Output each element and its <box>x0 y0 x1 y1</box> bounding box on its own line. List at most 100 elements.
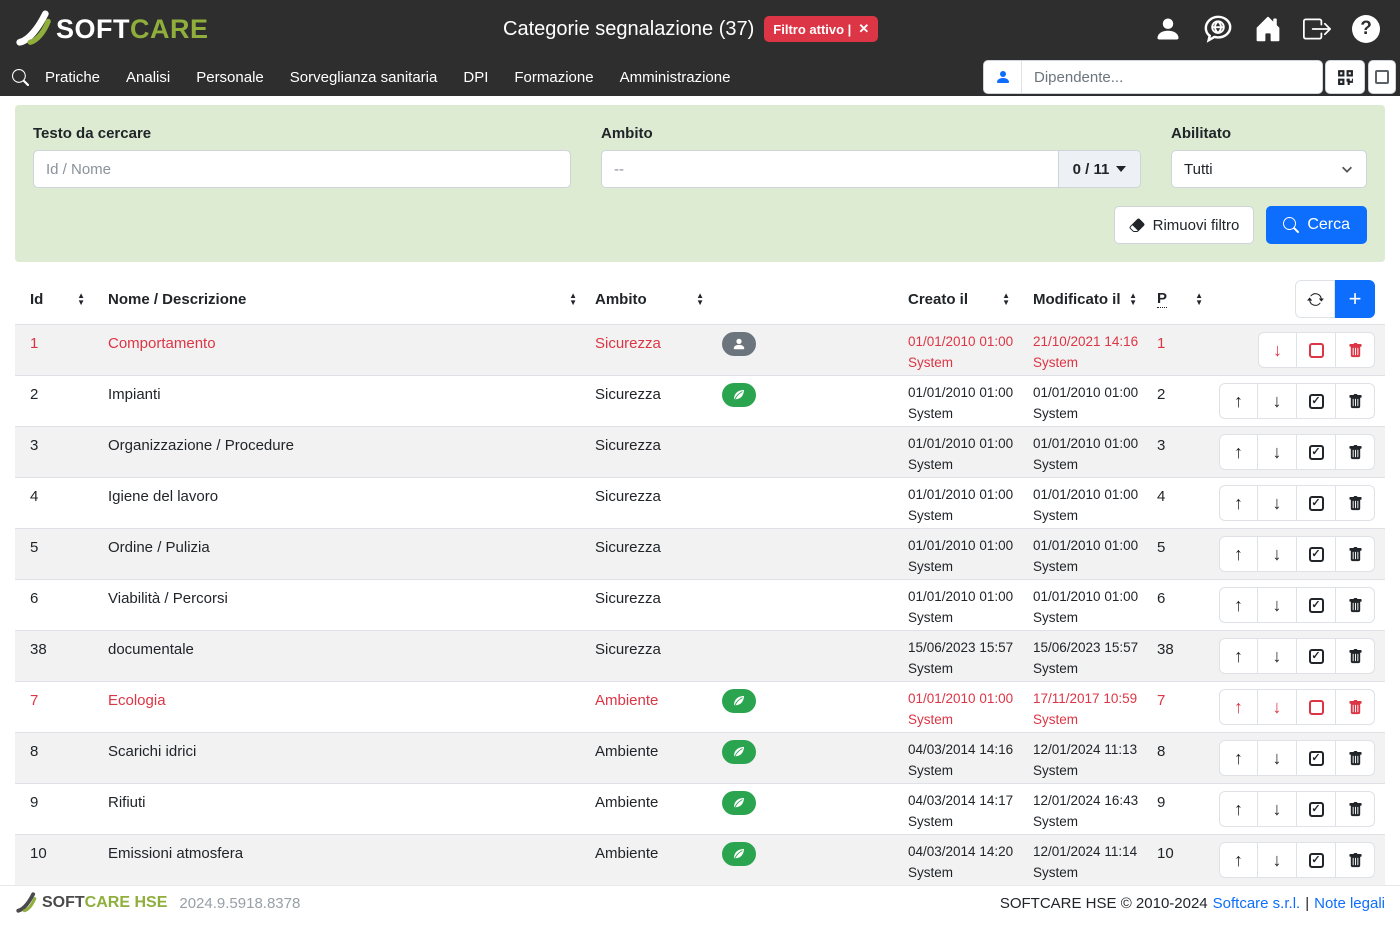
footer-legal-link[interactable]: Note legali <box>1314 895 1385 912</box>
move-up-button[interactable]: ↑ <box>1219 842 1258 878</box>
delete-button[interactable] <box>1336 740 1375 776</box>
enabled-toggle-button[interactable]: ✓ <box>1297 842 1336 878</box>
row-name-link[interactable]: Impianti <box>108 386 161 403</box>
row-name-link[interactable]: Igiene del lavoro <box>108 488 218 505</box>
enabled-toggle-button[interactable]: ✓ <box>1297 383 1336 419</box>
abilitato-select[interactable]: Tutti <box>1171 150 1367 188</box>
delete-button[interactable] <box>1336 791 1375 827</box>
enabled-toggle-button[interactable]: ✓ <box>1297 536 1336 572</box>
delete-button[interactable] <box>1336 842 1375 878</box>
delete-button[interactable] <box>1336 536 1375 572</box>
delete-button[interactable] <box>1336 587 1375 623</box>
enabled-toggle-button[interactable]: ✓ <box>1297 434 1336 470</box>
add-category-button[interactable]: + <box>1335 280 1375 318</box>
employee-search-input[interactable] <box>1022 61 1322 93</box>
enabled-toggle-button[interactable] <box>1297 332 1336 368</box>
row-name-link[interactable]: Viabilità / Percorsi <box>108 590 228 607</box>
delete-button[interactable] <box>1336 689 1375 725</box>
language-button[interactable] <box>1203 14 1233 44</box>
row-priority: 2 <box>1145 376 1215 426</box>
sort-icon[interactable]: ▲▼ <box>1195 292 1203 306</box>
categories-table: Id ▲▼ Nome / Descrizione ▲▼ Ambito ▲▼ Cr… <box>15 274 1385 885</box>
square-outline-icon <box>1375 70 1389 84</box>
nav-item-amministrazione[interactable]: Amministrazione <box>620 69 731 86</box>
nav-search-button[interactable] <box>12 69 29 86</box>
move-up-button[interactable]: ↑ <box>1219 587 1258 623</box>
search-button[interactable]: Cerca <box>1266 206 1367 244</box>
square-toggle-button[interactable] <box>1368 60 1396 94</box>
sort-icon[interactable]: ▲▼ <box>77 292 85 306</box>
nav-item-formazione[interactable]: Formazione <box>514 69 593 86</box>
move-down-button[interactable]: ↓ <box>1258 638 1297 674</box>
enabled-toggle-button[interactable]: ✓ <box>1297 587 1336 623</box>
row-name-link[interactable]: Emissioni atmosfera <box>108 845 243 862</box>
row-name-link[interactable]: Scarichi idrici <box>108 743 196 760</box>
nav-item-pratiche[interactable]: Pratiche <box>45 69 100 86</box>
home-button[interactable] <box>1254 15 1282 43</box>
move-up-button[interactable]: ↑ <box>1219 791 1258 827</box>
nav-item-sorveglianza-sanitaria[interactable]: Sorveglianza sanitaria <box>290 69 438 86</box>
logout-button[interactable] <box>1303 15 1331 43</box>
row-name-link[interactable]: Rifiuti <box>108 794 146 811</box>
move-up-button[interactable]: ↑ <box>1219 485 1258 521</box>
sort-icon[interactable]: ▲▼ <box>1002 292 1010 306</box>
move-down-button[interactable]: ↓ <box>1258 536 1297 572</box>
move-up-button[interactable]: ↑ <box>1219 689 1258 725</box>
move-down-button[interactable]: ↓ <box>1258 791 1297 827</box>
nav-item-analisi[interactable]: Analisi <box>126 69 170 86</box>
nav-item-personale[interactable]: Personale <box>196 69 264 86</box>
delete-button[interactable] <box>1336 434 1375 470</box>
table-row: 10 Emissioni atmosfera Ambiente 04/03/20… <box>15 834 1385 885</box>
row-created: 01/01/2010 01:00System <box>893 682 1018 732</box>
move-up-button[interactable]: ↑ <box>1219 434 1258 470</box>
employee-search-button[interactable] <box>984 61 1022 93</box>
sort-icon[interactable]: ▲▼ <box>569 292 577 306</box>
qr-code-button[interactable] <box>1325 60 1365 94</box>
checkbox-checked-icon: ✓ <box>1309 802 1324 817</box>
sort-icon[interactable]: ▲▼ <box>696 292 704 306</box>
ambito-input[interactable] <box>602 151 1058 187</box>
text-search-input[interactable] <box>33 150 571 188</box>
footer-company-link[interactable]: Softcare s.r.l. <box>1213 895 1301 912</box>
move-up-button[interactable]: ↑ <box>1219 638 1258 674</box>
leaf-badge <box>722 740 756 764</box>
help-button[interactable]: ? <box>1352 15 1380 43</box>
move-up-button[interactable]: ↑ <box>1219 383 1258 419</box>
row-badge-cell <box>712 631 893 681</box>
row-name-link[interactable]: Organizzazione / Procedure <box>108 437 294 454</box>
enabled-toggle-button[interactable]: ✓ <box>1297 485 1336 521</box>
remove-filter-button[interactable]: Rimuovi filtro <box>1114 206 1255 244</box>
user-button[interactable] <box>1154 15 1182 43</box>
row-actions: ↑↓✓ <box>1219 842 1375 878</box>
move-up-button[interactable]: ↑ <box>1219 740 1258 776</box>
move-down-button[interactable]: ↓ <box>1258 689 1297 725</box>
nav-item-dpi[interactable]: DPI <box>463 69 488 86</box>
ambito-counter-dropdown[interactable]: 0 / 11 <box>1058 151 1140 187</box>
row-name-link[interactable]: documentale <box>108 641 194 658</box>
filter-badge-close-icon[interactable]: ✕ <box>858 21 869 37</box>
move-down-button[interactable]: ↓ <box>1258 587 1297 623</box>
delete-button[interactable] <box>1336 638 1375 674</box>
delete-button[interactable] <box>1336 332 1375 368</box>
move-down-button[interactable]: ↓ <box>1258 842 1297 878</box>
refresh-button[interactable] <box>1295 280 1335 318</box>
move-down-button[interactable]: ↓ <box>1258 434 1297 470</box>
sort-icon[interactable]: ▲▼ <box>1129 292 1137 306</box>
enabled-toggle-button[interactable]: ✓ <box>1297 740 1336 776</box>
move-down-button[interactable]: ↓ <box>1258 740 1297 776</box>
row-name-link[interactable]: Ordine / Pulizia <box>108 539 210 556</box>
enabled-toggle-button[interactable] <box>1297 689 1336 725</box>
delete-button[interactable] <box>1336 383 1375 419</box>
move-down-button[interactable]: ↓ <box>1258 332 1297 368</box>
delete-button[interactable] <box>1336 485 1375 521</box>
enabled-toggle-button[interactable]: ✓ <box>1297 638 1336 674</box>
app-logo[interactable]: SOFTCARE <box>0 10 209 48</box>
row-name-link[interactable]: Comportamento <box>108 335 216 352</box>
move-down-button[interactable]: ↓ <box>1258 383 1297 419</box>
footer: SOFTCARE HSE 2024.9.5918.8378 SOFTCARE H… <box>0 885 1400 920</box>
move-down-button[interactable]: ↓ <box>1258 485 1297 521</box>
arrow-up-icon: ↑ <box>1234 799 1243 820</box>
enabled-toggle-button[interactable]: ✓ <box>1297 791 1336 827</box>
row-name-link[interactable]: Ecologia <box>108 692 166 709</box>
move-up-button[interactable]: ↑ <box>1219 536 1258 572</box>
